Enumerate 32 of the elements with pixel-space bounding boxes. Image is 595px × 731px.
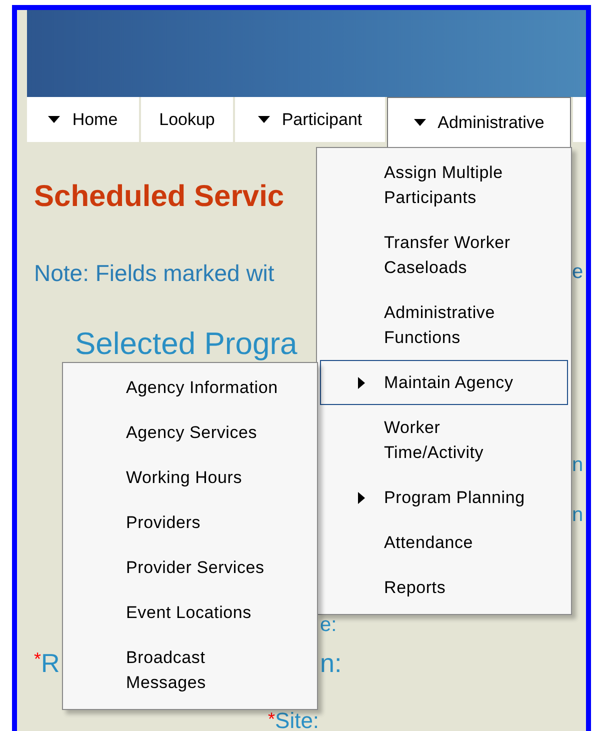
note-text: e [572,260,584,285]
menu-item[interactable]: Maintain Agency [320,360,568,405]
section-heading: Selected Progra [75,325,298,363]
menu-item[interactable]: Providers [63,500,317,545]
required-asterisk: * [34,650,42,668]
menu-item[interactable]: Program Planning [317,475,571,520]
field-label: n [572,505,584,525]
menu-item[interactable]: Transfer Worker Caseloads [317,220,571,290]
menu-item[interactable]: Reports [317,565,571,610]
menu-item[interactable]: Assign Multiple Participants [317,150,571,220]
nav-tab[interactable]: Participant [235,97,385,142]
note-text: Note: Fields marked wit [34,259,274,288]
menu-item[interactable]: Agency Services [63,410,317,455]
field-label: R [41,650,60,676]
menu-item[interactable]: Provider Services [63,545,317,590]
field-label: Site: [275,710,320,731]
menu-item[interactable]: Event Locations [63,590,317,635]
menu-item[interactable]: Attendance [317,520,571,565]
nav-tab[interactable]: Lookup [141,97,233,142]
required-asterisk: * [268,710,276,728]
menu-item[interactable]: Worker Time/Activity [317,405,571,475]
nav-tab[interactable]: Administrative [387,97,571,147]
field-label: n [572,455,584,475]
nav-tab[interactable]: Home [27,97,139,142]
page-title: Scheduled Servic [34,179,284,215]
field-label: n: [320,650,342,676]
menu-item[interactable]: Administrative Functions [317,290,571,360]
field-label: e: [320,615,337,635]
tab-strip-background [573,97,586,142]
menu-item[interactable]: Agency Information [63,365,317,410]
menu-item[interactable]: Broadcast Messages [63,635,317,705]
menu-item[interactable]: Working Hours [63,455,317,500]
